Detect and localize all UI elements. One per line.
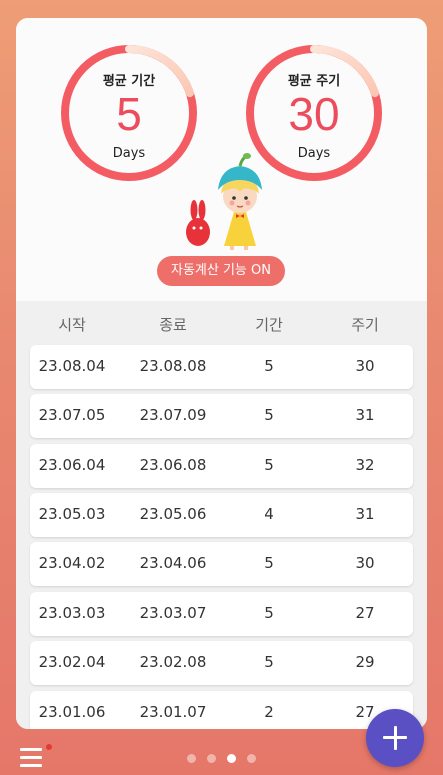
cell-duration: 5 [264,456,274,474]
cell-cycle: 29 [355,653,375,671]
table-row[interactable]: 23.08.04 23.08.08 5 30 [30,345,413,389]
cell-end: 23.08.08 [139,357,207,375]
summary-panel: 평균 기간 5 Days 평균 주기 30 Days 자동계산 기능 ON [16,18,427,301]
table-row[interactable]: 23.05.03 23.05.06 4 31 [30,493,413,537]
cell-duration: 2 [264,703,274,721]
cell-start: 23.08.04 [38,357,106,375]
cell-start: 23.05.03 [38,505,106,523]
table-row[interactable]: 23.06.04 23.06.08 5 32 [30,444,413,488]
cell-duration: 5 [264,653,274,671]
table-row[interactable]: 23.01.06 23.01.07 2 27 [30,691,413,729]
page-dot-active[interactable] [227,754,236,763]
table-row[interactable]: 23.02.04 23.02.08 5 29 [30,641,413,685]
table-row[interactable]: 23.07.05 23.07.09 5 31 [30,394,413,438]
header-duration: 기간 [255,316,283,334]
cell-cycle: 30 [355,554,375,572]
auto-calc-button[interactable]: 자동계산 기능 ON [157,256,285,286]
cell-end: 23.05.06 [139,505,207,523]
cell-duration: 5 [264,604,274,622]
cell-cycle: 27 [355,604,375,622]
page-dot[interactable] [247,754,256,763]
table-row[interactable]: 23.03.03 23.03.07 5 27 [30,592,413,636]
cell-start: 23.07.05 [38,406,106,424]
cell-start: 23.03.03 [38,604,106,622]
cell-end: 23.01.07 [139,703,207,721]
cell-duration: 5 [264,357,274,375]
cell-end: 23.02.08 [139,653,207,671]
table-row[interactable]: 23.04.02 23.04.06 5 30 [30,542,413,586]
cell-end: 23.06.08 [139,456,207,474]
page-dot[interactable] [187,754,196,763]
avg-period-value: 5 [116,88,142,140]
table-header: 시작 종료 기간 주기 [16,301,427,345]
avg-cycle-value: 30 [288,88,340,140]
cell-start: 23.04.02 [38,554,106,572]
avg-period-ring: 평균 기간 5 Days [59,43,199,183]
page-dot[interactable] [207,754,216,763]
header-end: 종료 [159,316,187,334]
header-start: 시작 [58,316,86,334]
cell-end: 23.07.09 [139,406,207,424]
cell-start: 23.01.06 [38,703,106,721]
notification-dot [46,744,52,750]
cell-cycle: 31 [355,406,375,424]
cell-end: 23.04.06 [139,554,207,572]
cell-end: 23.03.07 [139,604,207,622]
main-card: 평균 기간 5 Days 평균 주기 30 Days 자동계산 기능 ON 시작… [16,18,427,729]
add-button[interactable] [366,709,424,767]
history-table: 시작 종료 기간 주기 23.08.04 23.08.08 5 30 23.07… [16,301,427,729]
cell-duration: 5 [264,554,274,572]
page-indicator [187,754,257,764]
cell-start: 23.06.04 [38,456,106,474]
cell-duration: 5 [264,406,274,424]
cell-cycle: 32 [355,456,375,474]
cell-duration: 4 [264,505,274,523]
mascot-illustration [186,153,262,250]
cell-cycle: 31 [355,505,375,523]
menu-icon[interactable] [20,748,44,768]
cell-cycle: 30 [355,357,375,375]
header-cycle: 주기 [351,316,379,334]
cell-start: 23.02.04 [38,653,106,671]
avg-period-unit: Days [112,146,146,161]
